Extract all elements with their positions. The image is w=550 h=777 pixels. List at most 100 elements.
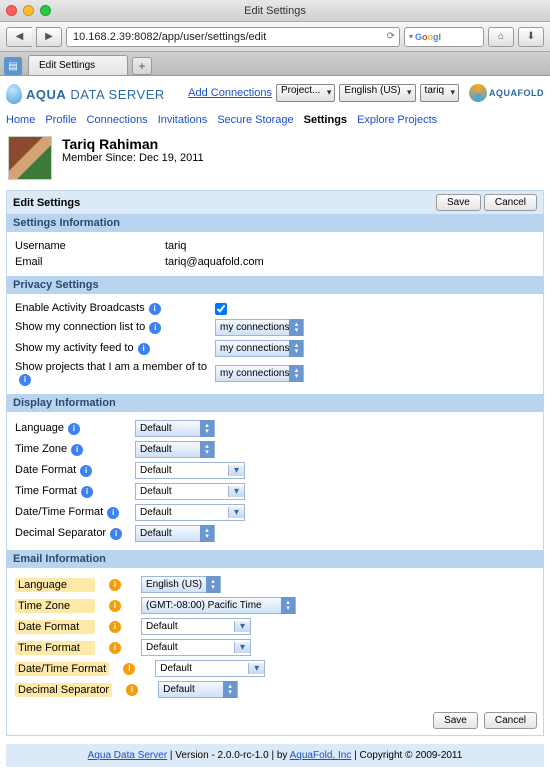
select-control[interactable]: Default▴▾ xyxy=(135,420,215,437)
display-label: Time Format xyxy=(15,485,77,497)
info-icon[interactable]: i xyxy=(81,486,93,498)
combo-control[interactable]: Default▾ xyxy=(141,618,251,635)
google-logo: Googl xyxy=(415,32,441,42)
info-icon[interactable]: i xyxy=(126,684,138,696)
privacy-label: Enable Activity Broadcasts xyxy=(15,302,145,314)
combo-control[interactable]: Default▾ xyxy=(155,660,265,677)
profile-name: Tariq Rahiman xyxy=(62,136,204,152)
chevron-down-icon: ▾ xyxy=(234,621,250,632)
info-icon[interactable]: i xyxy=(138,343,150,355)
chevron-down-icon: ▾ xyxy=(248,663,264,674)
select-arrows-icon: ▴▾ xyxy=(281,597,295,614)
user-select[interactable]: tariq xyxy=(420,84,459,102)
info-icon[interactable]: i xyxy=(109,579,121,591)
info-icon[interactable]: i xyxy=(19,374,31,386)
browser-tab[interactable]: Edit Settings xyxy=(28,55,128,75)
email-label: Time Zone xyxy=(18,600,70,612)
bookmarks-icon[interactable]: ▤ xyxy=(4,57,22,75)
back-button[interactable]: ◀ xyxy=(6,27,32,47)
combo-control[interactable]: Default▾ xyxy=(135,504,245,521)
reload-icon[interactable]: ⟳ xyxy=(387,31,395,42)
search-dropdown-icon[interactable]: ▾ xyxy=(409,32,413,41)
info-icon[interactable]: i xyxy=(110,528,122,540)
tab-bar: ▤ Edit Settings + xyxy=(0,52,550,76)
privacy-label: Show my activity feed to xyxy=(15,342,134,354)
download-button[interactable]: ⬇ xyxy=(518,27,544,47)
window-title: Edit Settings xyxy=(0,5,550,17)
nav-invitations[interactable]: Invitations xyxy=(158,114,208,126)
window-titlebar: Edit Settings xyxy=(0,0,550,22)
select-control[interactable]: my connections▴▾ xyxy=(215,319,304,336)
footer-link-company[interactable]: AquaFold, Inc xyxy=(290,750,352,761)
select-arrows-icon: ▴▾ xyxy=(289,365,303,382)
edit-settings-title: Edit Settings xyxy=(13,197,80,209)
nav-profile[interactable]: Profile xyxy=(45,114,76,126)
chevron-down-icon: ▾ xyxy=(228,486,244,497)
select-arrows-icon: ▴▾ xyxy=(289,319,303,336)
select-arrows-icon: ▴▾ xyxy=(200,525,214,542)
select-control[interactable]: Default▴▾ xyxy=(135,441,215,458)
select-control[interactable]: English (US)▴▾ xyxy=(141,576,221,593)
nav-secure-storage[interactable]: Secure Storage xyxy=(217,114,293,126)
username-label: Username xyxy=(15,240,165,252)
browser-toolbar: ◀ ▶ 10.168.2.39:8082/app/user/settings/e… xyxy=(0,22,550,52)
info-icon[interactable]: i xyxy=(107,507,119,519)
language-select[interactable]: English (US) xyxy=(339,84,415,102)
info-icon[interactable]: i xyxy=(149,303,161,315)
select-arrows-icon: ▴▾ xyxy=(223,681,237,698)
project-select[interactable]: Project... xyxy=(276,84,335,102)
info-icon[interactable]: i xyxy=(68,423,80,435)
email-label: Email xyxy=(15,256,165,268)
display-label: Language xyxy=(15,422,64,434)
save-button-bottom[interactable]: Save xyxy=(433,712,478,729)
add-connections-link[interactable]: Add Connections xyxy=(188,87,272,99)
home-button[interactable]: ⌂ xyxy=(488,27,514,47)
settings-info-header: Settings Information xyxy=(7,214,543,232)
forward-button[interactable]: ▶ xyxy=(36,27,62,47)
main-nav: Home Profile Connections Invitations Secure … xyxy=(6,110,544,130)
checkbox-control[interactable] xyxy=(215,303,227,315)
search-bar[interactable]: ▾ Googl xyxy=(404,27,484,47)
info-icon[interactable]: i xyxy=(149,322,161,334)
info-icon[interactable]: i xyxy=(123,663,135,675)
email-header: Email Information xyxy=(7,550,543,568)
footer-link-product[interactable]: Aqua Data Server xyxy=(88,750,168,761)
select-control[interactable]: my connections▴▾ xyxy=(215,365,304,382)
privacy-header: Privacy Settings xyxy=(7,276,543,294)
new-tab-button[interactable]: + xyxy=(132,57,152,75)
info-icon[interactable]: i xyxy=(109,600,121,612)
combo-control[interactable]: Default▾ xyxy=(135,462,245,479)
brand-logo: AQUA DATA SERVER xyxy=(6,80,165,104)
combo-control[interactable]: Default▾ xyxy=(135,483,245,500)
email-label: Language xyxy=(18,579,67,591)
cancel-button-top[interactable]: Cancel xyxy=(484,194,537,211)
select-control[interactable]: Default▴▾ xyxy=(158,681,238,698)
nav-connections[interactable]: Connections xyxy=(87,114,148,126)
tab-label: Edit Settings xyxy=(39,60,95,71)
save-button-top[interactable]: Save xyxy=(436,194,481,211)
info-icon[interactable]: i xyxy=(80,465,92,477)
url-text: 10.168.2.39:8082/app/user/settings/edit xyxy=(73,31,266,43)
email-label: Date/Time Format xyxy=(18,663,106,675)
info-icon[interactable]: i xyxy=(71,444,83,456)
select-control[interactable]: Default▴▾ xyxy=(135,525,215,542)
nav-explore-projects[interactable]: Explore Projects xyxy=(357,114,437,126)
select-arrows-icon: ▴▾ xyxy=(200,420,214,437)
display-label: Time Zone xyxy=(15,443,67,455)
select-control[interactable]: (GMT:-08:00) Pacific Time▴▾ xyxy=(141,597,296,614)
member-since: Member Since: Dec 19, 2011 xyxy=(62,152,204,164)
aquafold-icon xyxy=(469,84,487,102)
avatar xyxy=(8,136,52,180)
nav-settings[interactable]: Settings xyxy=(304,114,347,126)
email-label: Date Format xyxy=(18,621,79,633)
email-value: tariq@aquafold.com xyxy=(165,256,264,268)
combo-control[interactable]: Default▾ xyxy=(141,639,251,656)
cancel-button-bottom[interactable]: Cancel xyxy=(484,712,537,729)
select-arrows-icon: ▴▾ xyxy=(206,576,220,593)
nav-home[interactable]: Home xyxy=(6,114,35,126)
select-arrows-icon: ▴▾ xyxy=(200,441,214,458)
url-bar[interactable]: 10.168.2.39:8082/app/user/settings/edit … xyxy=(66,27,400,47)
select-control[interactable]: my connections▴▾ xyxy=(215,340,304,357)
info-icon[interactable]: i xyxy=(109,621,121,633)
display-label: Date Format xyxy=(15,464,76,476)
